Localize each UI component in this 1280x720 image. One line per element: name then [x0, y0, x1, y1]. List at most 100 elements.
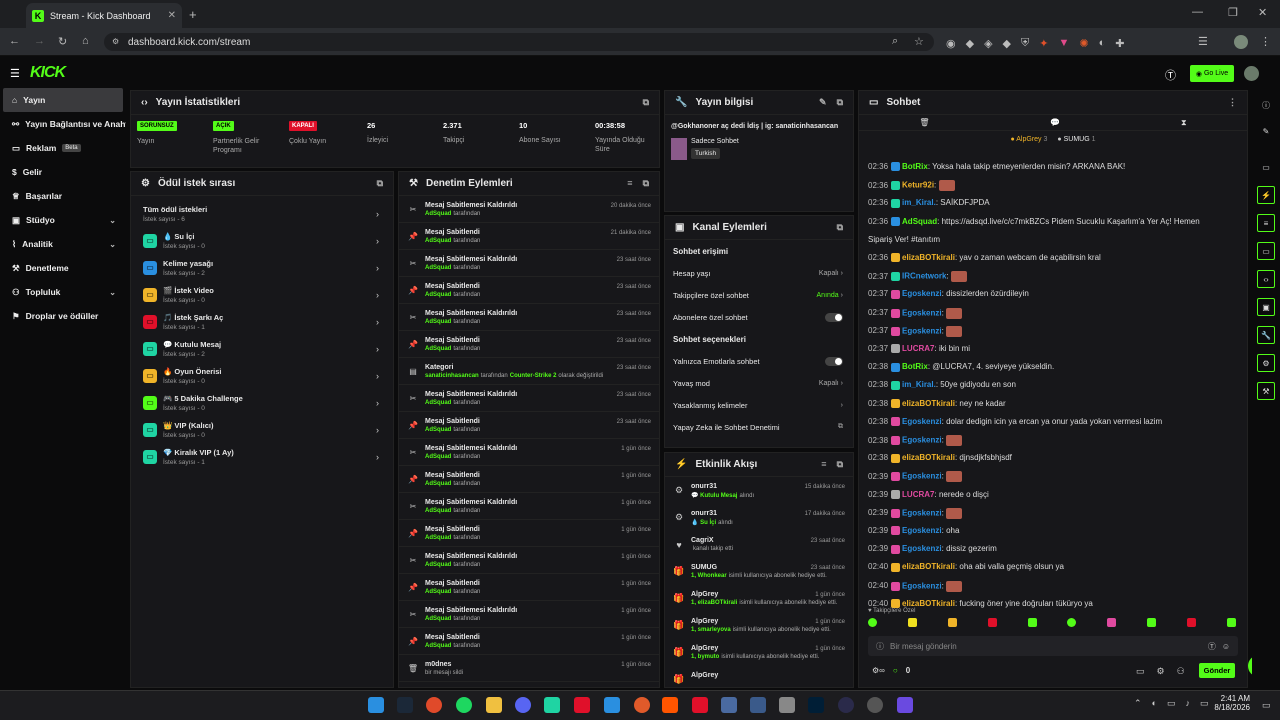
emote-icon[interactable] [1067, 618, 1077, 627]
filter-icon[interactable]: ≡ [821, 459, 826, 470]
sidebar-item-stream[interactable]: ⌂ Yayın [3, 88, 123, 112]
extensions-puzzle-icon[interactable]: ✚ [1115, 36, 1124, 50]
trash-icon[interactable]: 🗑 [919, 118, 929, 127]
emote-icon[interactable] [1147, 618, 1157, 627]
code-icon[interactable]: ‹› [1257, 270, 1275, 288]
extension-icon[interactable]: ◆ [966, 36, 974, 50]
hourglass-icon[interactable]: ⧗ [1181, 118, 1187, 128]
chat-input[interactable]: ⓘ Bir mesaj gönderin Ⓣ ☺ [868, 636, 1238, 656]
activity-item[interactable]: 🎁 AlpGrey [665, 666, 853, 687]
followers-only-row[interactable]: Takipçilere özel sohbet Anında › [665, 284, 853, 306]
activity-item[interactable]: 🎁 SUMUG 1, Whonkear isimli kullanıcıya abon… [665, 558, 853, 585]
chat-settings-icon[interactable]: ⚙ [1157, 666, 1165, 677]
sidebar-item-drops[interactable]: ⚑ Droplar ve ödüller [0, 304, 126, 328]
queue-item[interactable]: Tüm ödül istekleri İstek sayısı - 6 › [131, 200, 393, 227]
chat-username[interactable]: elizaBOTkirali [902, 253, 955, 262]
moderation-item[interactable]: 📌 Mesaj Sabitlendi AdSquad tarafından 21 dak… [399, 223, 659, 250]
chat-username[interactable]: BotRix [902, 162, 928, 171]
forward-icon[interactable]: → [34, 35, 45, 47]
reward-icon[interactable]: ⚙ [1257, 354, 1275, 372]
emote-icon[interactable] [947, 618, 957, 627]
chat-username[interactable]: AdSquad [902, 217, 937, 226]
kick-logo[interactable]: KICK [30, 64, 66, 82]
chat-username[interactable]: Egoskenzi [902, 289, 942, 298]
go-live-button[interactable]: ◉ Go Live [1190, 65, 1234, 82]
extension-icon[interactable]: ✺ [1079, 36, 1088, 50]
chat-username[interactable]: Egoskenzi [902, 472, 942, 481]
queue-item[interactable]: ▭ 👑 VIP (Kalıcı) İstek sayısı - 0 › [131, 416, 393, 443]
queue-item[interactable]: ▭ 🔥 Oyun Önerisi İstek sayısı - 0 › [131, 362, 393, 389]
app-icon[interactable] [574, 697, 590, 713]
sidebar-item-achievements[interactable]: ♕ Başarılar [0, 184, 126, 208]
reload-icon[interactable]: ↻ [58, 35, 67, 48]
banned-words-row[interactable]: Yasaklanmış kelimeler › [665, 394, 853, 416]
queue-item[interactable]: ▭ 🎮 5 Dakika Challenge İstek sayısı - 0 › [131, 389, 393, 416]
sidebar-item-moderation[interactable]: ⚒ Denetleme [0, 256, 126, 280]
queue-item[interactable]: ▭ 🎵 İstek Şarkı Aç İstek sayısı - 1 › [131, 308, 393, 335]
photoshop-icon[interactable] [808, 697, 824, 713]
tray-app-icon[interactable]: ◐ [1152, 698, 1157, 709]
ai-moderation-row[interactable]: Yapay Zeka ile Sohbet Denetimi ⧉ [665, 416, 853, 438]
profile-avatar[interactable] [1234, 35, 1248, 49]
sidebar-item-revenue[interactable]: $ Gelir [0, 160, 126, 184]
popout-icon[interactable]: ⧉ [643, 178, 649, 189]
chat-menu-icon[interactable]: ⋮ [1228, 97, 1237, 108]
popout-icon[interactable]: ⧉ [837, 459, 843, 470]
translate-icon[interactable]: Ⓣ [1165, 67, 1176, 83]
app-icon[interactable] [838, 697, 854, 713]
moderation-item[interactable]: ✂ Mesaj Sabitlemesi Kaldırıldı AdSquad tara… [399, 304, 659, 331]
list-icon[interactable]: ≡ [1257, 214, 1275, 232]
moderation-item[interactable]: 📌 Mesaj Sabitlendi AdSquad tarafından 1 gün … [399, 466, 659, 493]
chat-username[interactable]: elizaBOTkirali [902, 599, 955, 608]
pencil-icon[interactable]: ✎ [1257, 122, 1275, 140]
user-avatar[interactable] [1244, 66, 1259, 81]
chat-username[interactable]: Ketur92i [902, 181, 934, 190]
popout-icon[interactable]: ⧉ [377, 178, 383, 189]
chat-username[interactable]: LUCRA7 [902, 490, 934, 499]
chat-username[interactable]: Egoskenzi [902, 436, 942, 445]
notification-icon[interactable]: ▭ [1262, 700, 1271, 711]
subs-only-toggle[interactable] [825, 312, 843, 322]
moderation-item[interactable]: ✂ Mesaj Sabitlemesi Kaldırıldı AdSquad tara… [399, 385, 659, 412]
gifter-item[interactable]: ● AlpGrey 3 [1010, 136, 1047, 143]
account-age-row[interactable]: Hesap yaşı Kapalı › [665, 262, 853, 284]
send-button[interactable]: Gönder [1199, 663, 1235, 678]
chat-users-icon[interactable]: ⚇ [1177, 666, 1185, 677]
translate-icon[interactable]: Ⓣ [1208, 641, 1216, 652]
moderation-item[interactable]: 📌 Mesaj Sabitlendi AdSquad tarafından 23 saa… [399, 412, 659, 439]
moderation-item[interactable]: ✂ Mesaj Sabitlemesi Kaldırıldı AdSquad tara… [399, 196, 659, 223]
activity-item[interactable]: ⚙ onurr31 💧 Su İçi alındı 17 dakika önce [665, 504, 853, 531]
chat-mod-icon[interactable]: ▭ [1136, 666, 1145, 677]
emote-icon[interactable] [1226, 618, 1236, 627]
emote-icon[interactable] [987, 618, 997, 627]
minimize-icon[interactable]: — [1192, 6, 1203, 18]
queue-item[interactable]: ▭ 🎬 İstek Video İstek sayısı - 0 › [131, 281, 393, 308]
chat-username[interactable]: elizaBOTkirali [902, 399, 955, 408]
chat-username[interactable]: im_Kiral. [902, 380, 936, 389]
chat-username[interactable]: Egoskenzi [902, 326, 942, 335]
app-icon[interactable] [692, 697, 708, 713]
zoom-icon[interactable]: ⌕ [892, 35, 898, 48]
reading-list-icon[interactable]: ☰ [1198, 35, 1208, 48]
steam-icon[interactable] [397, 697, 413, 713]
emote-icon[interactable] [1027, 618, 1037, 627]
browser-tab[interactable]: K Stream - Kick Dashboard ✕ [26, 3, 182, 28]
clock[interactable]: 2:41 AM 8/18/2026 [1210, 694, 1250, 712]
app-icon[interactable] [604, 697, 620, 713]
home-icon[interactable]: ⌂ [82, 35, 89, 47]
moderation-item[interactable]: 📌 Mesaj Sabitlendi AdSquad tarafından 1 gün … [399, 574, 659, 601]
panel-icon[interactable]: ▭ [1257, 158, 1275, 176]
lightning-icon[interactable]: ⚡ [1257, 186, 1275, 204]
sidebar-item-analytics[interactable]: ⌇ Analitik ⌄ [0, 232, 126, 256]
sidebar-item-community[interactable]: ⚇ Topluluk ⌄ [0, 280, 126, 304]
extension-icon[interactable]: ✦ [1039, 36, 1048, 50]
sidebar-item-stream-key[interactable]: ⚯Yayın Bağlantısı ve Anahtarı [0, 112, 126, 136]
url-input[interactable]: dashboard.kick.com/stream [104, 33, 934, 51]
popout-icon[interactable]: ⧉ [837, 97, 843, 108]
moderation-item[interactable]: ✂ Mesaj Sabitlemesi Kaldırıldı AdSquad tara… [399, 547, 659, 574]
sidebar-item-ads[interactable]: ▭ Reklam Beta [0, 136, 126, 160]
extension-icon[interactable]: ◈ [984, 36, 992, 50]
maximize-icon[interactable]: ❐ [1228, 6, 1238, 19]
moderation-item[interactable]: ▤ Kategori sanaticinhasancan tarafından Coun… [399, 358, 659, 385]
moderation-item[interactable]: 📌 Mesaj Sabitlendi AdSquad tarafından 23 saa… [399, 331, 659, 358]
